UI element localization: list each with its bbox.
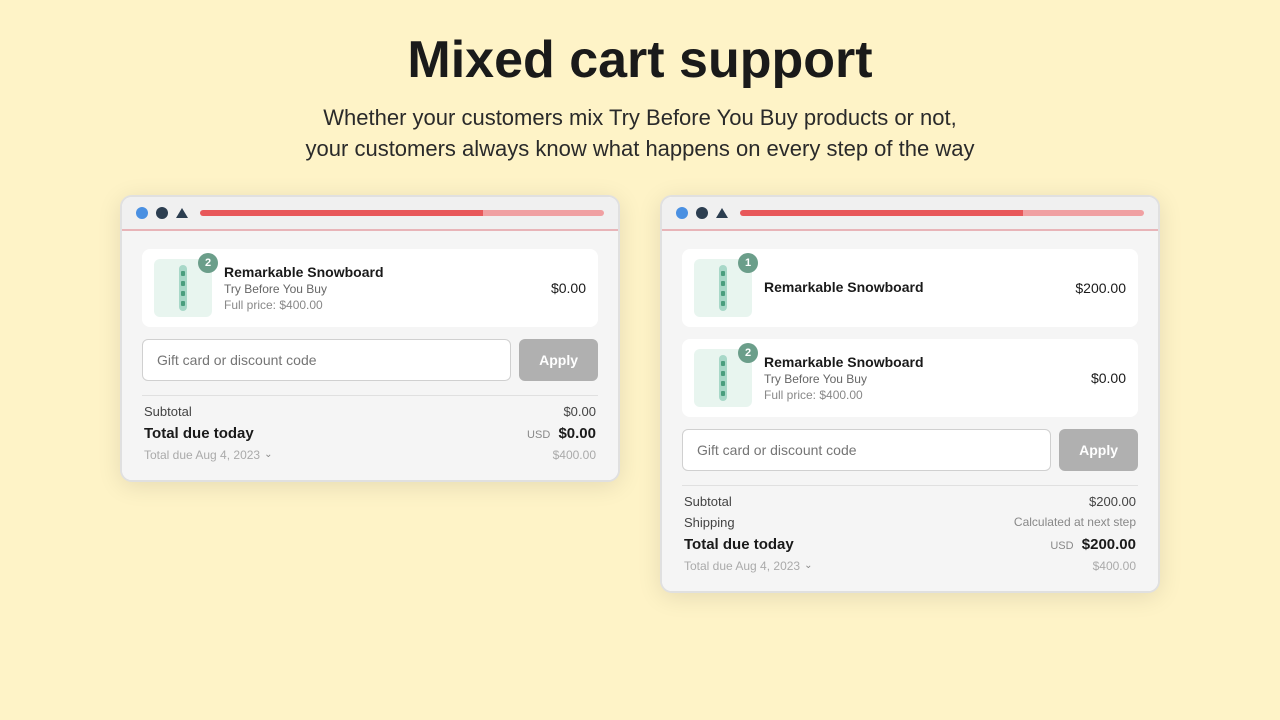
- dot-triangle-left: [176, 208, 188, 218]
- left-item-name: Remarkable Snowboard: [224, 264, 539, 280]
- right-item2-price: $0.00: [1091, 370, 1126, 386]
- dot-navy-left: [156, 207, 168, 219]
- cards-row: 2 Remarkable Snowboard Try Before You B: [60, 195, 1220, 593]
- left-item-tag: Try Before You Buy: [224, 282, 539, 296]
- left-item-image-wrap: 2: [154, 259, 212, 317]
- left-apply-button[interactable]: Apply: [519, 339, 598, 381]
- snowboard-icon-right-2: [709, 353, 737, 403]
- right-item1-name: Remarkable Snowboard: [764, 279, 1063, 295]
- right-discount-input[interactable]: [682, 429, 1051, 471]
- left-discount-row: Apply: [142, 339, 598, 381]
- right-item2-tag: Try Before You Buy: [764, 372, 1079, 386]
- left-total-usd: USD: [527, 429, 550, 441]
- right-total-label: Total due today: [684, 536, 794, 553]
- right-browser-content: 1 Remarkable Snowboard $200.00: [662, 231, 1158, 591]
- dot-triangle-right: [716, 208, 728, 218]
- left-browser-content: 2 Remarkable Snowboard Try Before You B: [122, 231, 618, 480]
- hero-subtitle-line2: your customers always know what happens …: [306, 136, 975, 161]
- snowboard-icon-left: [169, 263, 197, 313]
- left-discount-input[interactable]: [142, 339, 511, 381]
- snowboard-icon-right-1: [709, 263, 737, 313]
- right-shipping-label: Shipping: [684, 515, 735, 530]
- right-shipping-row: Shipping Calculated at next step: [682, 515, 1138, 530]
- left-cart-item: 2 Remarkable Snowboard Try Before You B: [142, 249, 598, 327]
- right-subtotal-label: Subtotal: [684, 494, 732, 509]
- right-total-value: USD $200.00: [1050, 536, 1136, 553]
- hero-section: Mixed cart support Whether your customer…: [266, 0, 1015, 185]
- right-total-usd: USD: [1050, 540, 1073, 552]
- left-browser-window: 2 Remarkable Snowboard Try Before You B: [120, 195, 620, 482]
- dot-blue-left: [136, 207, 148, 219]
- right-discount-row: Apply: [682, 429, 1138, 471]
- right-item1-badge: 1: [738, 253, 758, 273]
- right-cart-item-1: 1 Remarkable Snowboard $200.00: [682, 249, 1138, 327]
- right-item2-full-price: Full price: $400.00: [764, 388, 1079, 402]
- right-total-amount: $200.00: [1082, 536, 1136, 553]
- right-due-date-row: Total due Aug 4, 2023 ⌄ $400.00: [682, 559, 1138, 573]
- left-total-amount: $0.00: [558, 425, 596, 442]
- left-item-price: $0.00: [551, 280, 586, 296]
- left-due-date-row: Total due Aug 4, 2023 ⌄ $400.00: [142, 448, 598, 462]
- right-browser-window: 1 Remarkable Snowboard $200.00: [660, 195, 1160, 593]
- progress-bar-right: [740, 210, 1144, 216]
- hero-subtitle: Whether your customers mix Try Before Yo…: [306, 103, 975, 165]
- right-chevron-icon: ⌄: [804, 560, 812, 571]
- right-item2-name: Remarkable Snowboard: [764, 354, 1079, 370]
- hero-subtitle-line1: Whether your customers mix Try Before Yo…: [323, 105, 956, 130]
- left-total-value: USD $0.00: [527, 425, 596, 442]
- right-due-date-label: Total due Aug 4, 2023 ⌄: [684, 559, 813, 573]
- dot-blue-right: [676, 207, 688, 219]
- right-subtotal-value: $200.00: [1089, 494, 1136, 509]
- left-titlebar: [122, 197, 618, 231]
- left-chevron-icon: ⌄: [264, 449, 272, 460]
- left-total-label: Total due today: [144, 425, 254, 442]
- right-item1-price: $200.00: [1075, 280, 1126, 296]
- left-subtotal-label: Subtotal: [144, 404, 192, 419]
- right-item2-image-wrap: 2: [694, 349, 752, 407]
- left-due-date-value: $400.00: [553, 448, 596, 462]
- left-subtotal-value: $0.00: [563, 404, 596, 419]
- left-total-row: Total due today USD $0.00: [142, 425, 598, 442]
- right-item1-image-wrap: 1: [694, 259, 752, 317]
- hero-title: Mixed cart support: [306, 32, 975, 89]
- left-divider: [142, 395, 598, 396]
- dot-navy-right: [696, 207, 708, 219]
- right-apply-button[interactable]: Apply: [1059, 429, 1138, 471]
- progress-bar-left: [200, 210, 604, 216]
- right-divider: [682, 485, 1138, 486]
- left-due-date-label: Total due Aug 4, 2023 ⌄: [144, 448, 273, 462]
- right-item1-info: Remarkable Snowboard: [764, 279, 1063, 297]
- right-item2-info: Remarkable Snowboard Try Before You Buy …: [764, 354, 1079, 402]
- left-item-full-price: Full price: $400.00: [224, 298, 539, 312]
- right-total-row: Total due today USD $200.00: [682, 536, 1138, 553]
- right-item2-badge: 2: [738, 343, 758, 363]
- left-item-badge: 2: [198, 253, 218, 273]
- right-shipping-value: Calculated at next step: [1014, 515, 1136, 529]
- right-due-date-value: $400.00: [1093, 559, 1136, 573]
- right-titlebar: [662, 197, 1158, 231]
- left-subtotal-row: Subtotal $0.00: [142, 404, 598, 419]
- left-item-info: Remarkable Snowboard Try Before You Buy …: [224, 264, 539, 312]
- right-cart-item-2: 2 Remarkable Snowboard Try Before You B: [682, 339, 1138, 417]
- right-subtotal-row: Subtotal $200.00: [682, 494, 1138, 509]
